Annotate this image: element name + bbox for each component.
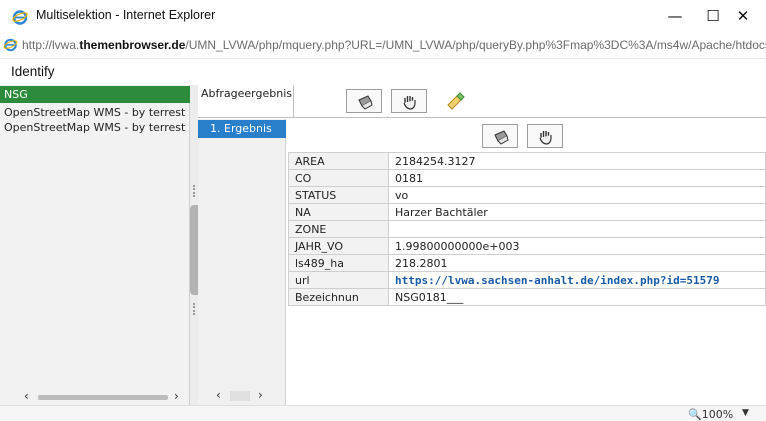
url-host: themenbrowser.de [79, 38, 186, 52]
abfrage-header: Abfrageergebnis [198, 85, 294, 118]
highlighter-icon [447, 92, 465, 110]
hand-icon [539, 131, 552, 145]
result-select-button[interactable] [527, 124, 563, 148]
splitter-grip-top [193, 185, 195, 197]
hand-icon [403, 96, 416, 110]
url-prefix: http://lvwa. [22, 38, 80, 52]
attr-value [388, 220, 766, 238]
table-row: CO 0181 [288, 169, 766, 187]
attr-value: Harzer Bachtäler [388, 203, 766, 221]
url-link[interactable]: https://lvwa.sachsen-anhalt.de/index.php… [388, 271, 766, 289]
result-print-button[interactable] [482, 124, 518, 148]
horizontal-scrollbar[interactable]: ‹ › [24, 389, 184, 403]
layer-item-nsg[interactable]: NSG [0, 86, 190, 103]
result-toolbar [286, 119, 766, 153]
address-bar[interactable]: http://lvwa.themenbrowser.de/UMN_LVWA/ph… [0, 34, 766, 56]
zoom-level[interactable]: 🔍100% [688, 408, 733, 421]
attr-value: 1.99800000000e+003 [388, 237, 766, 255]
panel-splitter[interactable] [190, 85, 198, 405]
attr-key: JAHR_VO [288, 237, 389, 255]
table-row: AREA 2184254.3127 [288, 152, 766, 170]
print-icon [494, 130, 509, 145]
zoom-dropdown-icon[interactable]: ▼ [742, 408, 749, 418]
select-button[interactable] [391, 89, 427, 113]
attr-value: 218.2801 [388, 254, 766, 272]
table-row: Bezeichnun NSG0181___ [288, 288, 766, 306]
result-tabs: 1. Ergebnis ‹ › [198, 119, 286, 405]
layer-item-osm-2[interactable]: OpenStreetMap WMS - by terrest [0, 120, 190, 135]
address-url[interactable]: http://lvwa.themenbrowser.de/UMN_LVWA/ph… [22, 38, 766, 52]
scroll-left-arrow-icon[interactable]: ‹ [24, 389, 29, 403]
table-row: STATUS vo [288, 186, 766, 204]
close-button[interactable]: ✕ [720, 0, 766, 32]
layer-list-panel: NSG OpenStreetMap WMS - by terrest OpenS… [0, 85, 190, 405]
tab-ergebnis-1[interactable]: 1. Ergebnis [198, 120, 286, 138]
table-row: ls489_ha 218.2801 [288, 254, 766, 272]
table-row: ZONE [288, 220, 766, 238]
table-row: NA Harzer Bachtäler [288, 203, 766, 221]
table-row: JAHR_VO 1.99800000000e+003 [288, 237, 766, 255]
url-path: /UMN_LVWA/php/mquery.php?URL=/UMN_LVWA/p… [185, 38, 766, 52]
tab-scrollbar[interactable]: ‹ › [216, 388, 276, 402]
tab-scroll-right-icon[interactable]: › [258, 388, 263, 402]
zoom-value: 100% [701, 408, 734, 421]
attr-value: NSG0181___ [388, 288, 766, 306]
table-row: url https://lvwa.sachsen-anhalt.de/index.… [288, 271, 766, 289]
identify-title: Identify [11, 64, 55, 79]
tab-scroll-left-icon[interactable]: ‹ [216, 388, 221, 402]
internet-explorer-icon [3, 38, 18, 52]
print-icon [358, 95, 373, 110]
layer-item-osm-1[interactable]: OpenStreetMap WMS - by terrest [0, 105, 190, 120]
identify-header: Identify [0, 58, 766, 84]
attr-value: vo [388, 186, 766, 204]
attr-key: ZONE [288, 220, 389, 238]
scroll-thumb[interactable] [38, 395, 168, 400]
attr-key: NA [288, 203, 389, 221]
highlight-button[interactable] [436, 89, 472, 113]
attr-key: AREA [288, 152, 389, 170]
scroll-right-arrow-icon[interactable]: › [174, 389, 179, 403]
tab-scroll-thumb[interactable] [230, 391, 250, 401]
result-panel: Abfrageergebnis 1. Ergebnis ‹ › AREA 218… [198, 85, 766, 405]
result-toolbar-top [294, 85, 766, 118]
title-bar: Multiselektion - Internet Explorer — ☐ ✕ [0, 0, 766, 34]
attr-value: 2184254.3127 [388, 152, 766, 170]
splitter-handle[interactable] [190, 205, 198, 295]
attribute-table: AREA 2184254.3127 CO 0181 STATUS vo NA Harze… [288, 152, 766, 306]
splitter-grip-bottom [193, 303, 195, 315]
print-button[interactable] [346, 89, 382, 113]
attr-key: url [288, 271, 389, 289]
attr-key: ls489_ha [288, 254, 389, 272]
attr-key: STATUS [288, 186, 389, 204]
window-title: Multiselektion - Internet Explorer [36, 8, 216, 22]
internet-explorer-icon [12, 10, 28, 25]
status-bar: 🔍100% ▼ [0, 405, 766, 421]
attr-key: Bezeichnun [288, 288, 389, 306]
attr-key: CO [288, 169, 389, 187]
abfrage-label: Abfrageergebnis [201, 87, 292, 100]
attr-value: 0181 [388, 169, 766, 187]
